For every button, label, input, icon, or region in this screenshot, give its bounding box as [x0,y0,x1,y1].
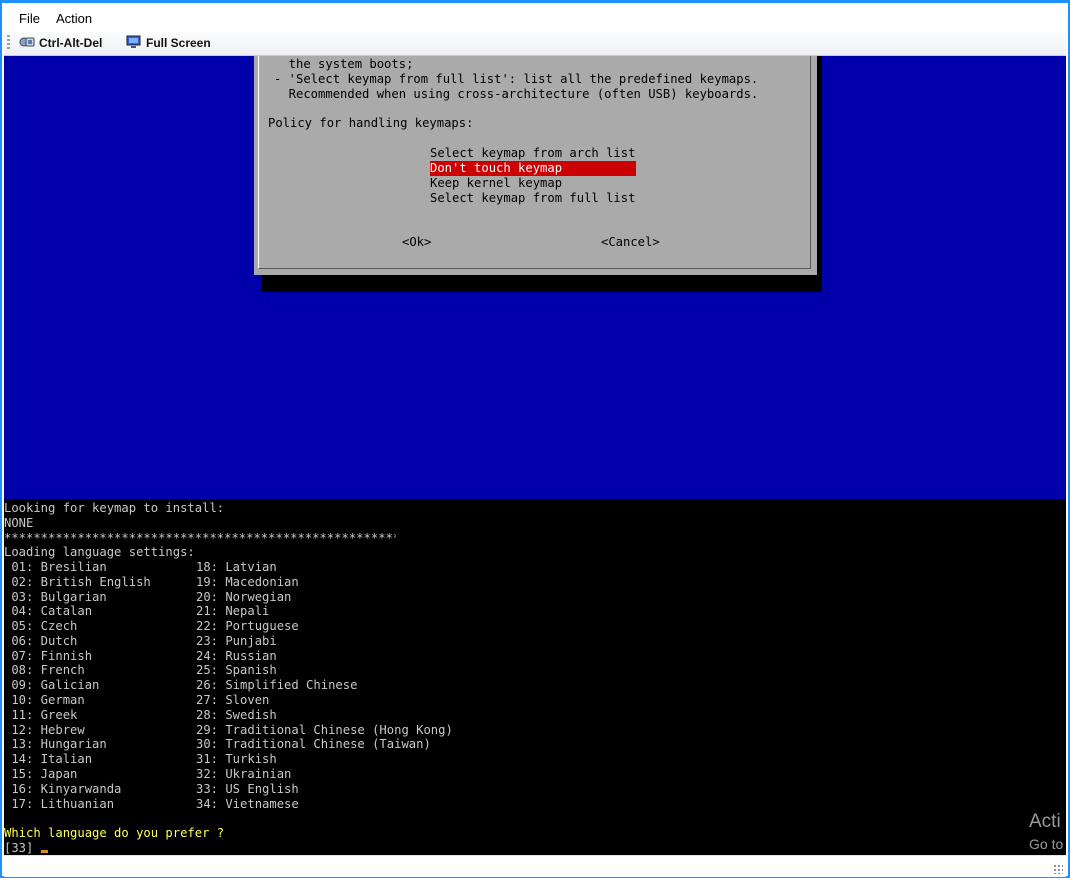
console-line: Looking for keymap to install: [4,501,225,515]
vm-console-window: File Action Ctrl-Alt-Del Full Screen the… [0,0,1070,878]
resize-grip-icon[interactable] [1053,864,1063,874]
toolbar: Ctrl-Alt-Del Full Screen [4,31,1066,56]
language-item: 23: Punjabi [196,634,277,648]
keymap-option[interactable]: Select keymap from full list [430,191,636,206]
vm-screen[interactable]: the system boots; - 'Select keymap from … [4,56,1066,855]
monitor-icon [126,35,142,52]
console-separator: ****************************************… [4,531,396,545]
keymap-policy-dialog: the system boots; - 'Select keymap from … [254,56,817,275]
language-item: 18: Latvian [196,560,277,574]
keymap-option[interactable]: Select keymap from arch list [430,146,636,161]
menu-action[interactable]: Action [56,11,92,26]
language-item: 20: Norwegian [196,590,292,604]
language-item: 05: Czech [4,619,78,633]
dialog-prompt: Policy for handling keymaps: [268,116,474,130]
ok-button[interactable]: <Ok> [402,235,431,250]
language-item: 32: Ukrainian [196,767,292,781]
language-item: 13: Hungarian [4,737,107,751]
full-screen-button[interactable]: Full Screen [126,34,211,52]
language-item: 06: Dutch [4,634,78,648]
language-item: 28: Swedish [196,708,277,722]
keymap-option[interactable]: Keep kernel keymap [430,176,636,191]
cancel-button[interactable]: <Cancel> [601,235,660,250]
console-line: NONE [4,516,34,530]
language-item: 04: Catalan [4,604,93,618]
language-item: 30: Traditional Chinese (Taiwan) [196,737,431,751]
language-item: 16: Kinyarwanda [4,782,122,796]
language-item: 31: Turkish [196,752,277,766]
language-item: 15: Japan [4,767,78,781]
full-screen-label: Full Screen [146,36,211,50]
language-item: 19: Macedonian [196,575,299,589]
language-item: 07: Finnish [4,649,93,663]
language-item: 08: French [4,663,85,677]
language-item: 01: Bresilian [4,560,107,574]
console-input[interactable]: [33] [4,841,48,855]
ctrl-alt-del-button[interactable]: Ctrl-Alt-Del [19,34,102,52]
language-item: 03: Bulgarian [4,590,107,604]
status-bar [4,855,1066,877]
language-item: 17: Lithuanian [4,797,115,811]
toolbar-grip [7,35,10,51]
language-item: 09: Galician [4,678,100,692]
language-item: 33: US English [196,782,299,796]
activation-watermark-sub: Go to [1029,836,1064,852]
language-question: Which language do you prefer ? [4,826,225,840]
language-item: 26: Simplified Chinese [196,678,358,692]
language-item: 12: Hebrew [4,723,85,737]
language-item: 25: Spanish [196,663,277,677]
menu-file[interactable]: File [19,11,40,26]
activation-watermark: Acti [1029,811,1061,832]
menu-bar: File Action [4,6,1066,31]
language-item: 24: Russian [196,649,277,663]
language-item: 10: German [4,693,85,707]
language-item: 21: Nepali [196,604,270,618]
keyboard-icon [19,35,35,52]
keymap-option-selected[interactable]: Don't touch keymap [430,161,636,176]
console-output: Looking for keymap to install: NONE ****… [4,499,1066,855]
language-item: 22: Portuguese [196,619,299,633]
language-item: 34: Vietnamese [196,797,299,811]
console-line: Loading language settings: [4,545,195,559]
ctrl-alt-del-label: Ctrl-Alt-Del [39,36,103,50]
language-item: 11: Greek [4,708,78,722]
language-item: 14: Italian [4,752,93,766]
language-item: 29: Traditional Chinese (Hong Kong) [196,723,453,737]
dialog-text-line: - 'Select keymap from full list': list a… [274,72,759,86]
dialog-text-line: the system boots; [274,57,414,71]
text-cursor [40,850,48,853]
input-default: [33] [4,841,34,855]
language-item: 02: British English [4,575,151,589]
language-item: 27: Sloven [196,693,270,707]
dialog-text-line: Recommended when using cross-architectur… [274,87,759,101]
